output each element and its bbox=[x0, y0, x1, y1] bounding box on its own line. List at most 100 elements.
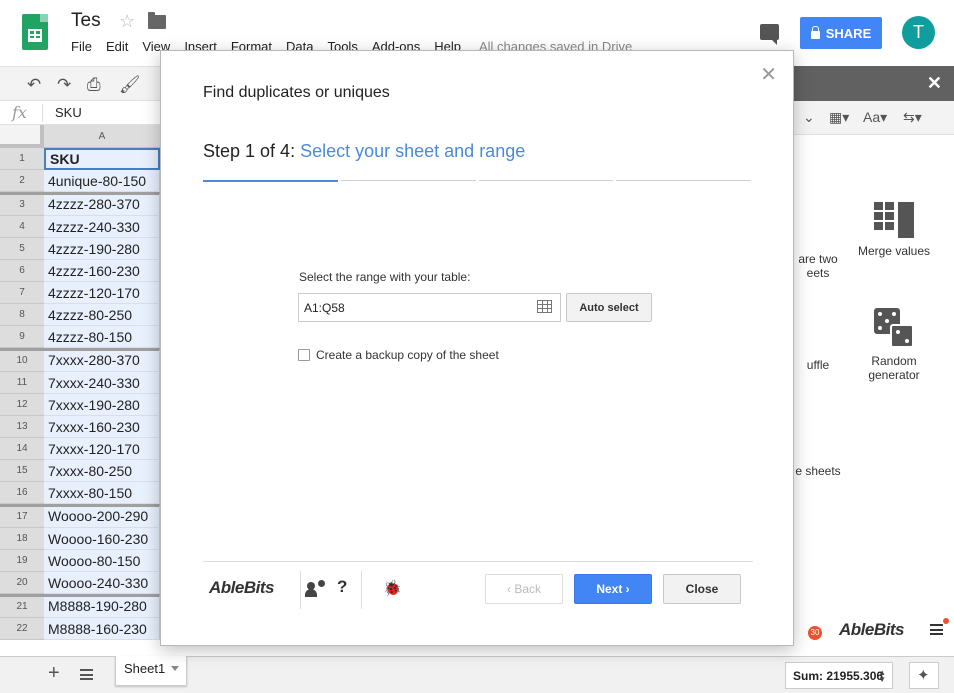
row-number[interactable]: 2 bbox=[0, 170, 44, 192]
row-number[interactable]: 7 bbox=[0, 282, 44, 304]
comments-icon[interactable] bbox=[760, 24, 779, 45]
grid-cell[interactable]: 4zzzz-80-250 bbox=[44, 304, 160, 326]
grid-cell[interactable]: 4zzzz-240-330 bbox=[44, 216, 160, 238]
row-number[interactable]: 13 bbox=[0, 416, 44, 438]
row-number[interactable]: 18 bbox=[0, 528, 44, 550]
row-number[interactable]: 6 bbox=[0, 260, 44, 282]
explore-button[interactable] bbox=[909, 662, 939, 689]
menu-file[interactable]: File bbox=[71, 39, 92, 54]
backup-option[interactable]: Create a backup copy of the sheet bbox=[298, 348, 499, 362]
table-row: 18 Woooo-160-230 bbox=[0, 528, 160, 550]
row-number[interactable]: 11 bbox=[0, 372, 44, 394]
row-number[interactable]: 14 bbox=[0, 438, 44, 460]
layout-icon[interactable]: ▦▾ bbox=[829, 109, 849, 126]
paint-format-icon[interactable]: 🖌 bbox=[119, 75, 141, 95]
range-input[interactable] bbox=[298, 293, 561, 322]
row-number[interactable]: 4 bbox=[0, 216, 44, 238]
auto-select-button[interactable]: Auto select bbox=[566, 293, 652, 322]
formula-input[interactable]: SKU bbox=[55, 105, 82, 120]
row-number[interactable]: 8 bbox=[0, 304, 44, 326]
table-row: 3 4zzzz-280-370 bbox=[0, 192, 160, 216]
step-name: Select your sheet and range bbox=[300, 141, 526, 161]
ablebits-logo[interactable]: AbleBits bbox=[209, 578, 274, 598]
row-number[interactable]: 15 bbox=[0, 460, 44, 482]
select-all-corner[interactable] bbox=[0, 125, 44, 148]
people-icon[interactable] bbox=[305, 580, 329, 597]
undo-icon[interactable]: ↶ bbox=[27, 75, 41, 95]
row-number[interactable]: 22 bbox=[0, 618, 44, 640]
ablebits-logo[interactable]: AbleBits bbox=[839, 620, 904, 640]
text-case-icon[interactable]: Aa▾ bbox=[863, 109, 887, 126]
row-number[interactable]: 17 bbox=[0, 504, 44, 528]
tile-merge-values[interactable]: Merge values bbox=[849, 202, 939, 258]
close-icon[interactable]: ✕ bbox=[927, 73, 942, 94]
menu-icon[interactable] bbox=[930, 624, 943, 635]
grid-cell[interactable]: Woooo-200-290 bbox=[44, 504, 160, 528]
grid-cell[interactable]: Woooo-240-330 bbox=[44, 572, 160, 594]
help-icon[interactable]: ? bbox=[337, 577, 347, 597]
row-number[interactable]: 19 bbox=[0, 550, 44, 572]
sheet-tab[interactable]: Sheet1 bbox=[115, 656, 187, 686]
row-number[interactable]: 9 bbox=[0, 326, 44, 348]
close-icon[interactable]: ✕ bbox=[760, 62, 777, 87]
grid-cell[interactable]: 7xxxx-240-330 bbox=[44, 372, 160, 394]
add-sheet-icon[interactable]: + bbox=[48, 662, 60, 685]
grid-cell[interactable]: 7xxxx-80-250 bbox=[44, 460, 160, 482]
grid-cell[interactable]: 7xxxx-190-280 bbox=[44, 394, 160, 416]
row-number[interactable]: 20 bbox=[0, 572, 44, 594]
star-icon[interactable]: ☆ bbox=[119, 11, 135, 32]
grid-cell[interactable]: 4zzzz-80-150 bbox=[44, 326, 160, 348]
avatar[interactable]: T bbox=[902, 16, 935, 49]
row-number[interactable]: 3 bbox=[0, 192, 44, 216]
menu-edit[interactable]: Edit bbox=[106, 39, 128, 54]
chevron-down-icon[interactable]: ⌄ bbox=[803, 109, 815, 126]
grid-cell[interactable]: 7xxxx-280-370 bbox=[44, 348, 160, 372]
convert-icon[interactable]: ⇆▾ bbox=[903, 109, 922, 126]
table-row: 5 4zzzz-190-280 bbox=[0, 238, 160, 260]
redo-icon[interactable]: ↷ bbox=[57, 75, 71, 95]
chevron-down-icon[interactable] bbox=[171, 666, 179, 671]
back-button[interactable]: ‹ Back bbox=[485, 574, 563, 604]
grid-cell[interactable]: Woooo-160-230 bbox=[44, 528, 160, 550]
grid-cell[interactable]: M8888-160-230 bbox=[44, 618, 160, 640]
notification-badge[interactable]: 30 bbox=[808, 626, 822, 640]
sort-arrows-icon: ▲ ▼ bbox=[878, 668, 886, 684]
grid-cell[interactable]: 7xxxx-160-230 bbox=[44, 416, 160, 438]
row-number[interactable]: 5 bbox=[0, 238, 44, 260]
grid-cell[interactable]: 4unique-80-150 bbox=[44, 170, 160, 192]
grid-cell[interactable]: 4zzzz-280-370 bbox=[44, 192, 160, 216]
close-button[interactable]: Close bbox=[663, 574, 741, 604]
next-button[interactable]: Next › bbox=[574, 574, 652, 604]
grid-cell[interactable]: SKU bbox=[44, 148, 160, 170]
print-icon[interactable]: ⎙ bbox=[87, 75, 101, 95]
grid-cell[interactable]: 4zzzz-120-170 bbox=[44, 282, 160, 304]
backup-label[interactable]: Create a backup copy of the sheet bbox=[316, 348, 499, 362]
grid-cell[interactable]: M8888-190-280 bbox=[44, 594, 160, 618]
grid-cell[interactable]: Woooo-80-150 bbox=[44, 550, 160, 572]
tile-random-generator[interactable]: Random generator bbox=[849, 308, 939, 382]
row-number[interactable]: 12 bbox=[0, 394, 44, 416]
row-number[interactable]: 1 bbox=[0, 148, 44, 170]
grid-cell[interactable]: 7xxxx-80-150 bbox=[44, 482, 160, 504]
chevron-left-icon: ‹ bbox=[506, 582, 515, 596]
table-row: 7 4zzzz-120-170 bbox=[0, 282, 160, 304]
grid-cell[interactable]: 4zzzz-190-280 bbox=[44, 238, 160, 260]
bug-icon[interactable]: 🐞 bbox=[383, 579, 402, 597]
folder-icon[interactable] bbox=[148, 12, 166, 29]
notification-dot bbox=[943, 618, 949, 624]
backup-checkbox[interactable] bbox=[298, 349, 310, 361]
grid-cell[interactable]: 4zzzz-160-230 bbox=[44, 260, 160, 282]
all-sheets-icon[interactable] bbox=[80, 669, 93, 680]
row-number[interactable]: 16 bbox=[0, 482, 44, 504]
sum-selector[interactable]: Sum: 21955.306 ▲ ▼ bbox=[785, 662, 893, 689]
sheet-tab-label: Sheet1 bbox=[124, 661, 166, 676]
share-button[interactable]: SHARE bbox=[800, 17, 882, 49]
grid-cell[interactable]: 7xxxx-120-170 bbox=[44, 438, 160, 460]
row-number[interactable]: 21 bbox=[0, 594, 44, 618]
row-number[interactable]: 10 bbox=[0, 348, 44, 372]
select-range-icon[interactable] bbox=[537, 300, 552, 313]
document-title[interactable]: Tes bbox=[71, 10, 101, 32]
sheets-logo-icon[interactable] bbox=[22, 14, 48, 50]
table-row: 16 7xxxx-80-150 bbox=[0, 482, 160, 504]
column-header-a[interactable]: A bbox=[44, 125, 160, 148]
